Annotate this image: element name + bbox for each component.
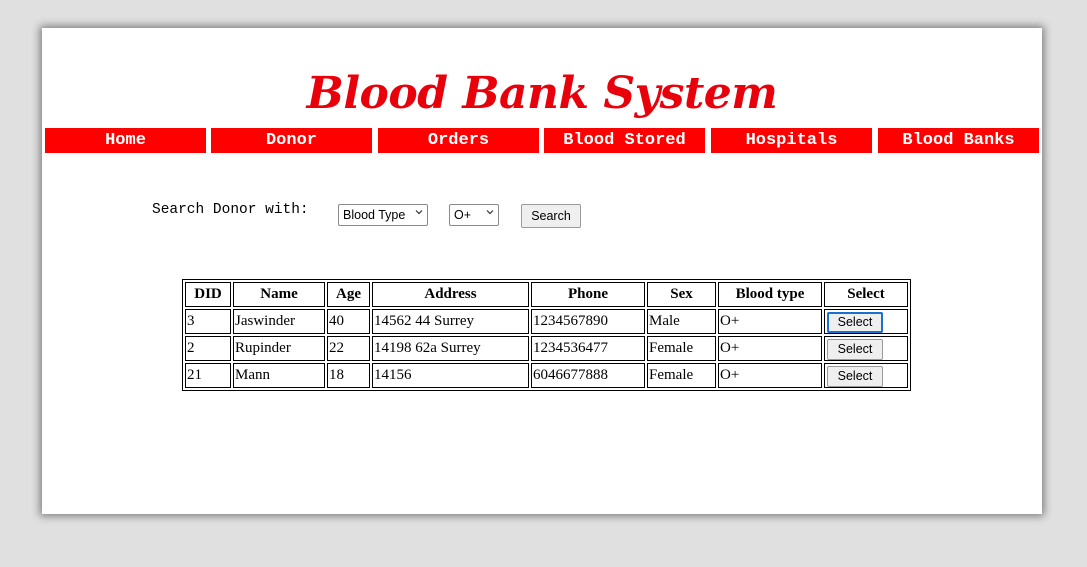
cell-name: Jaswinder xyxy=(233,309,325,334)
col-name: Name xyxy=(233,282,325,307)
nav-bar: Home Donor Orders Blood Stored Hospitals… xyxy=(45,128,1040,153)
nav-orders[interactable]: Orders xyxy=(378,128,539,153)
cell-sex: Female xyxy=(647,363,716,388)
search-button[interactable]: Search xyxy=(521,204,581,228)
cell-age: 40 xyxy=(327,309,370,334)
cell-select: Select xyxy=(824,309,908,334)
col-sex: Sex xyxy=(647,282,716,307)
cell-did: 3 xyxy=(185,309,231,334)
blood-type-select[interactable]: O+ xyxy=(449,204,499,226)
cell-blood-type: O+ xyxy=(718,363,822,388)
cell-select: Select xyxy=(824,363,908,388)
nav-blood-banks[interactable]: Blood Banks xyxy=(878,128,1039,153)
cell-address: 14198 62a Surrey xyxy=(372,336,529,361)
cell-blood-type: O+ xyxy=(718,336,822,361)
cell-phone: 6046677888 xyxy=(531,363,645,388)
table-row: 21 Mann 18 14156 6046677888 Female O+ Se… xyxy=(185,363,908,388)
search-label: Search Donor with: xyxy=(152,202,309,218)
blood-type-value: O+ xyxy=(454,208,472,222)
nav-blood-stored[interactable]: Blood Stored xyxy=(544,128,705,153)
cell-sex: Female xyxy=(647,336,716,361)
page-title: Blood Bank System xyxy=(306,68,778,119)
cell-did: 2 xyxy=(185,336,231,361)
chevron-down-icon xyxy=(415,210,423,215)
col-address: Address xyxy=(372,282,529,307)
select-button[interactable]: Select xyxy=(827,338,883,360)
cell-age: 18 xyxy=(327,363,370,388)
cell-name: Rupinder xyxy=(233,336,325,361)
col-phone: Phone xyxy=(531,282,645,307)
cell-name: Mann xyxy=(233,363,325,388)
nav-hospitals[interactable]: Hospitals xyxy=(711,128,872,153)
col-blood-type: Blood type xyxy=(718,282,822,307)
table-row: 3 Jaswinder 40 14562 44 Surrey 123456789… xyxy=(185,309,908,334)
chevron-down-icon xyxy=(486,210,494,215)
cell-phone: 1234536477 xyxy=(531,336,645,361)
cell-address: 14562 44 Surrey xyxy=(372,309,529,334)
main-panel: Blood Bank System Home Donor Orders Bloo… xyxy=(42,28,1042,514)
cell-phone: 1234567890 xyxy=(531,309,645,334)
cell-blood-type: O+ xyxy=(718,309,822,334)
cell-address: 14156 xyxy=(372,363,529,388)
nav-donor[interactable]: Donor xyxy=(211,128,372,153)
col-select: Select xyxy=(824,282,908,307)
nav-home[interactable]: Home xyxy=(45,128,206,153)
select-button[interactable]: Select xyxy=(827,311,883,333)
select-button[interactable]: Select xyxy=(827,365,883,387)
search-field-select[interactable]: Blood Type xyxy=(338,204,428,226)
search-field-value: Blood Type xyxy=(343,208,406,222)
cell-age: 22 xyxy=(327,336,370,361)
table-header-row: DID Name Age Address Phone Sex Blood typ… xyxy=(185,282,908,307)
cell-did: 21 xyxy=(185,363,231,388)
col-age: Age xyxy=(327,282,370,307)
cell-select: Select xyxy=(824,336,908,361)
table-row: 2 Rupinder 22 14198 62a Surrey 123453647… xyxy=(185,336,908,361)
col-did: DID xyxy=(185,282,231,307)
donor-table-wrap: DID Name Age Address Phone Sex Blood typ… xyxy=(182,279,911,391)
cell-sex: Male xyxy=(647,309,716,334)
donor-table: DID Name Age Address Phone Sex Blood typ… xyxy=(182,279,911,391)
